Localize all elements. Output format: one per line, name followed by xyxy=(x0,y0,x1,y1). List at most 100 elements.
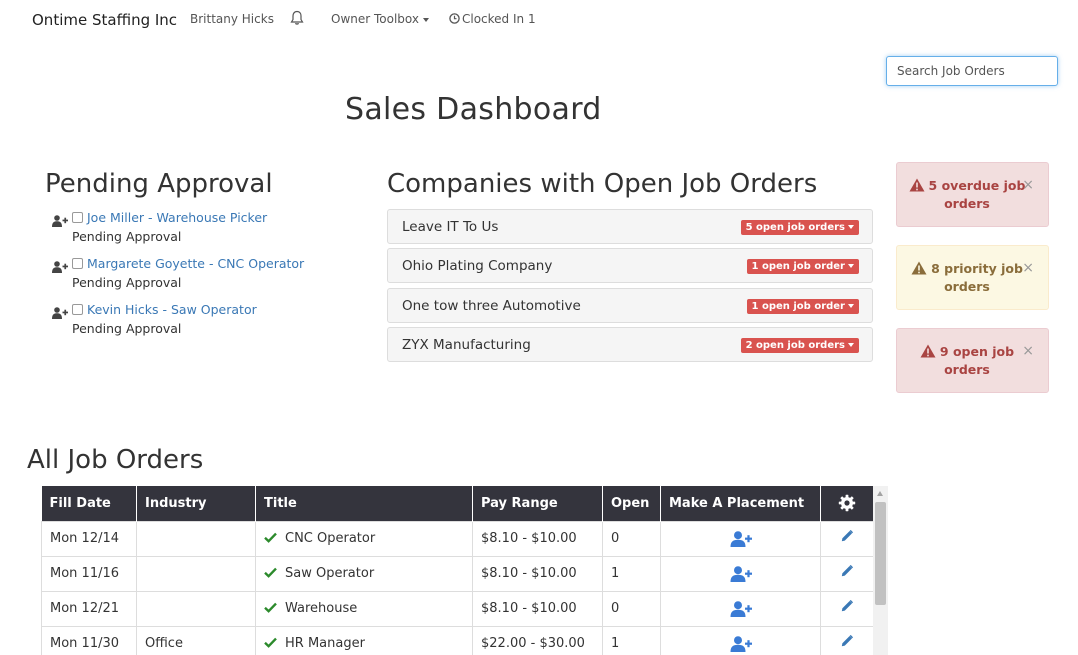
company-row[interactable]: ZYX Manufacturing 2 open job orders xyxy=(387,327,873,362)
cell-title: HR Manager xyxy=(255,625,473,655)
scrollbar-thumb[interactable] xyxy=(875,502,886,605)
warning-icon xyxy=(911,261,927,275)
pending-item-status: Pending Approval xyxy=(72,321,182,336)
alert-overdue[interactable]: 5 overdue job orders × xyxy=(896,162,1049,227)
cell-industry xyxy=(136,555,256,592)
user-plus-icon[interactable] xyxy=(730,635,752,652)
cell-title: CNC Operator xyxy=(255,520,473,557)
scroll-up-arrow-icon[interactable] xyxy=(877,491,883,496)
pencil-icon[interactable] xyxy=(841,599,854,612)
job-orders-table: Fill Date Industry Title Pay Range Open … xyxy=(41,486,873,655)
clocked-in-link[interactable]: Clocked In 1 xyxy=(449,12,536,26)
bell-icon[interactable] xyxy=(290,10,304,26)
pending-item: Kevin Hicks - Saw Operator Pending Appro… xyxy=(52,302,372,342)
cell-open: 0 xyxy=(602,590,661,627)
cell-pay-range: $22.00 - $30.00 xyxy=(472,625,603,655)
pending-item-link[interactable]: Margarete Goyette - CNC Operator xyxy=(87,256,304,271)
company-row[interactable]: One tow three Automotive 1 open job orde… xyxy=(387,288,873,323)
company-row[interactable]: Ohio Plating Company 1 open job order xyxy=(387,248,873,283)
caret-down-icon xyxy=(423,17,429,22)
table-row[interactable]: Mon 11/16 Saw Operator $8.10 - $10.00 1 xyxy=(41,555,873,592)
alert-text-wrap: 8 priority job orders xyxy=(897,260,1037,296)
company-name: One tow three Automotive xyxy=(402,298,581,314)
user-plus-icon[interactable] xyxy=(730,600,752,617)
close-icon[interactable]: × xyxy=(1022,343,1034,359)
pending-item: Joe Miller - Warehouse Picker Pending Ap… xyxy=(52,210,372,250)
open-orders-label: 5 open job orders xyxy=(745,222,845,233)
cell-make-placement xyxy=(660,590,821,627)
pending-checkbox[interactable] xyxy=(72,258,83,269)
pending-checkbox[interactable] xyxy=(72,304,83,315)
close-icon[interactable]: × xyxy=(1022,260,1034,276)
col-make-placement[interactable]: Make A Placement xyxy=(660,486,821,521)
brand-link[interactable]: Ontime Staffing Inc xyxy=(32,11,177,29)
open-orders-dropdown[interactable]: 2 open job orders xyxy=(740,338,859,353)
nav-user-link[interactable]: Brittany Hicks xyxy=(190,12,274,26)
cell-open: 0 xyxy=(602,520,661,557)
cell-industry: Office xyxy=(136,625,256,655)
cell-title-text: CNC Operator xyxy=(285,531,376,546)
cell-pay-range: $8.10 - $10.00 xyxy=(472,555,603,592)
pending-item-link[interactable]: Joe Miller - Warehouse Picker xyxy=(87,210,267,225)
company-name: ZYX Manufacturing xyxy=(402,337,531,353)
table-header-row: Fill Date Industry Title Pay Range Open … xyxy=(41,486,873,521)
alert-text: 9 open job orders xyxy=(939,344,1015,377)
cell-title-text: HR Manager xyxy=(285,636,365,651)
cell-pay-range: $8.10 - $10.00 xyxy=(472,520,603,557)
top-navbar: Ontime Staffing Inc Brittany Hicks Owner… xyxy=(0,0,1078,42)
alert-text-wrap: 9 open job orders xyxy=(897,343,1037,379)
cell-edit xyxy=(820,625,873,655)
check-icon xyxy=(264,637,277,648)
user-plus-icon[interactable] xyxy=(730,565,752,582)
open-orders-label: 2 open job orders xyxy=(745,340,845,351)
table-scrollbar[interactable] xyxy=(873,486,888,655)
all-job-orders-heading: All Job Orders xyxy=(27,445,204,475)
col-open[interactable]: Open xyxy=(602,486,661,521)
close-icon[interactable]: × xyxy=(1022,177,1034,193)
pencil-icon[interactable] xyxy=(841,564,854,577)
warning-icon xyxy=(909,178,925,192)
cell-make-placement xyxy=(660,520,821,557)
open-orders-dropdown[interactable]: 1 open job order xyxy=(746,259,859,274)
caret-down-icon xyxy=(848,264,854,268)
open-orders-dropdown[interactable]: 5 open job orders xyxy=(740,220,859,235)
alert-text: 8 priority job orders xyxy=(931,261,1023,294)
cell-edit xyxy=(820,520,873,557)
caret-down-icon xyxy=(848,304,854,308)
owner-toolbox-dropdown[interactable]: Owner Toolbox xyxy=(331,12,429,26)
check-icon xyxy=(264,532,277,543)
pending-item-link[interactable]: Kevin Hicks - Saw Operator xyxy=(87,302,257,317)
col-fill-date[interactable]: Fill Date xyxy=(41,486,137,521)
pencil-icon[interactable] xyxy=(841,634,854,647)
search-job-orders-input[interactable] xyxy=(886,56,1058,86)
pending-checkbox[interactable] xyxy=(72,212,83,223)
clock-icon xyxy=(449,13,460,24)
company-name: Leave IT To Us xyxy=(402,219,499,235)
cell-title: Warehouse xyxy=(255,590,473,627)
col-pay-range[interactable]: Pay Range xyxy=(472,486,603,521)
cell-make-placement xyxy=(660,625,821,655)
open-orders-label: 1 open job order xyxy=(751,301,845,312)
cell-title-text: Saw Operator xyxy=(285,566,375,581)
cell-open: 1 xyxy=(602,555,661,592)
cell-open: 1 xyxy=(602,625,661,655)
alert-priority[interactable]: 8 priority job orders × xyxy=(896,245,1049,310)
company-row[interactable]: Leave IT To Us 5 open job orders xyxy=(387,209,873,244)
table-row[interactable]: Mon 12/14 CNC Operator $8.10 - $10.00 0 xyxy=(41,520,873,557)
col-industry[interactable]: Industry xyxy=(136,486,256,521)
pending-approval-heading: Pending Approval xyxy=(45,169,273,199)
user-plus-icon xyxy=(52,304,68,319)
gear-icon[interactable] xyxy=(838,494,856,512)
alert-open[interactable]: 9 open job orders × xyxy=(896,328,1049,393)
user-plus-icon xyxy=(52,258,68,273)
pencil-icon[interactable] xyxy=(841,529,854,542)
table-row[interactable]: Mon 11/30 Office HR Manager $22.00 - $30… xyxy=(41,625,873,655)
col-settings[interactable] xyxy=(820,486,873,521)
open-orders-dropdown[interactable]: 1 open job order xyxy=(746,299,859,314)
cell-title-text: Warehouse xyxy=(285,601,358,616)
table-row[interactable]: Mon 12/21 Warehouse $8.10 - $10.00 0 xyxy=(41,590,873,627)
user-plus-icon[interactable] xyxy=(730,530,752,547)
open-orders-label: 1 open job order xyxy=(751,261,845,272)
check-icon xyxy=(264,602,277,613)
col-title[interactable]: Title xyxy=(255,486,473,521)
